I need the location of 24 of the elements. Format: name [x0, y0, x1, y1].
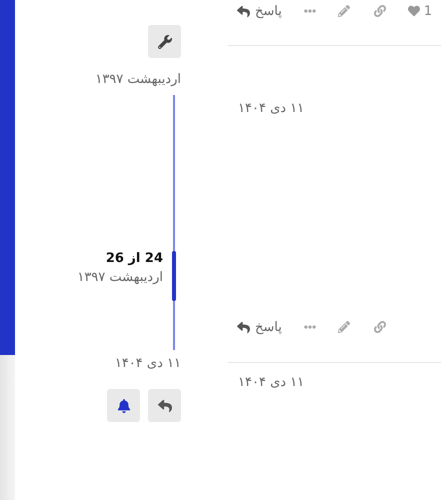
timeline-start-date: اردیبهشت ۱۳۹۷ [95, 72, 181, 87]
post-date: ۱۱ دی ۱۴۰۴ [237, 375, 304, 390]
reply-icon [237, 320, 250, 334]
timeline-track[interactable] [173, 95, 175, 350]
notification-button[interactable] [107, 389, 140, 422]
reply-button[interactable]: پاسخ [237, 320, 282, 334]
timeline-end-date: ۱۱ دی ۱۴۰۴ [114, 356, 181, 371]
like-count: 1 [424, 4, 432, 18]
link-button[interactable] [374, 5, 386, 17]
reply-icon [237, 4, 250, 18]
reply-button[interactable] [148, 389, 181, 422]
wrench-button[interactable] [148, 25, 181, 58]
reply-button[interactable]: پاسخ [237, 4, 282, 18]
post-date: ۱۱ دی ۱۴۰۴ [237, 101, 304, 116]
edit-button[interactable] [338, 5, 350, 17]
like-button[interactable] [408, 5, 420, 17]
timeline-thumb[interactable] [172, 250, 176, 301]
timeline-position: 24 از 26 [106, 250, 163, 266]
reply-icon [158, 398, 172, 412]
timeline-position-date: اردیبهشت ۱۳۹۷ [77, 270, 163, 285]
edit-button[interactable] [338, 321, 350, 333]
link-button[interactable] [374, 321, 386, 333]
bell-icon [116, 398, 130, 412]
wrench-icon [158, 34, 172, 48]
